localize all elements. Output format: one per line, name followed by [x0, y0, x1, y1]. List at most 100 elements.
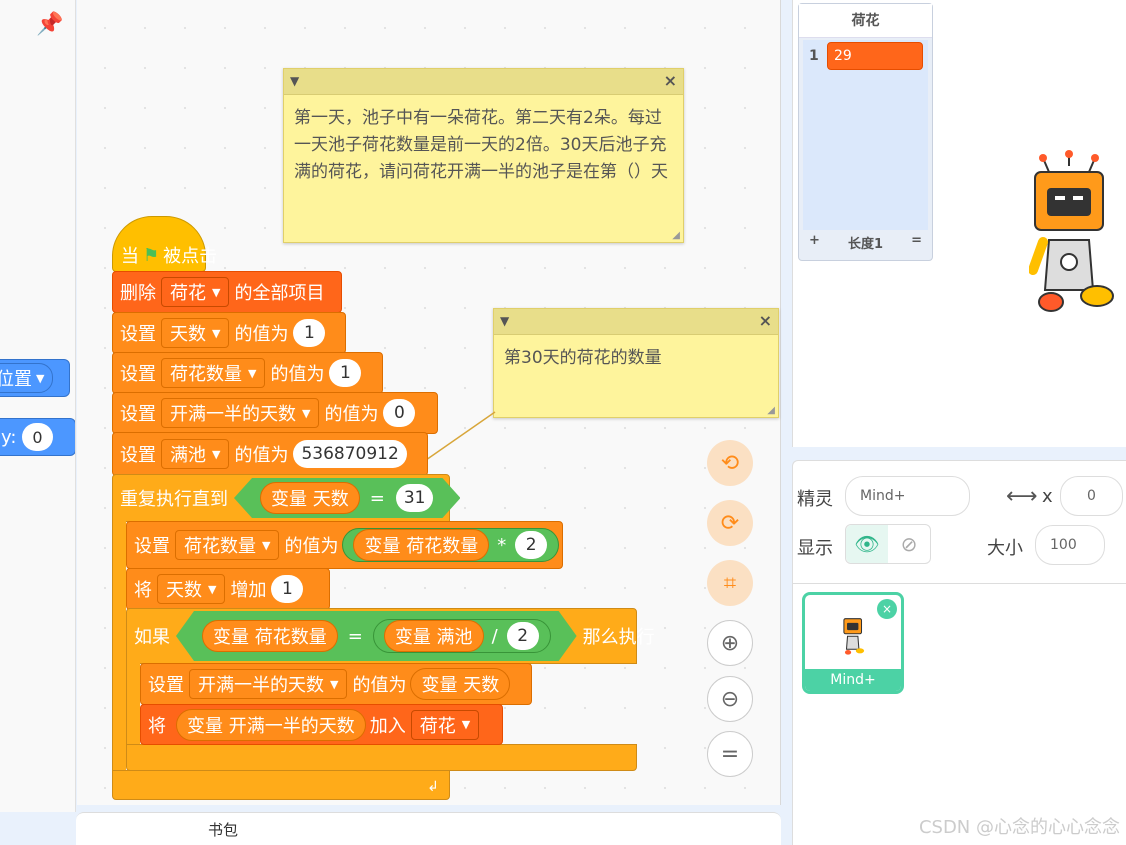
crop-button[interactable]: ⌗: [707, 560, 753, 606]
variable-dropdown[interactable]: 荷花数量 ▼: [175, 530, 280, 560]
set-variable-block[interactable]: 设置 开满一半的天数 ▼ 的值为 变量 天数: [140, 663, 532, 705]
comment-text[interactable]: 第30天的荷花的数量: [494, 335, 778, 382]
variable-reporter[interactable]: 变量 荷花数量: [202, 620, 338, 652]
collapse-icon[interactable]: ▼: [500, 314, 509, 328]
change-variable-block[interactable]: 将 天数 ▼ 增加 1: [126, 568, 330, 610]
variable-dropdown[interactable]: 天数 ▼: [157, 574, 226, 604]
equals-condition[interactable]: 变量 荷花数量 = 变量 满池 / 2: [176, 611, 577, 661]
block-label: 将: [134, 580, 152, 601]
repeat-until-block[interactable]: 重复执行直到 变量 天数 = 31: [112, 474, 450, 522]
resize-button[interactable]: =: [911, 233, 922, 252]
value-input[interactable]: 1: [329, 359, 362, 387]
resize-icon[interactable]: ◢: [672, 230, 680, 241]
variable-reporter[interactable]: 变量 荷花数量: [353, 529, 490, 561]
hide-eye-icon[interactable]: ⊘: [888, 525, 930, 563]
divide-operator[interactable]: 变量 满池 / 2: [373, 619, 551, 653]
variable-dropdown[interactable]: 开满一半的天数 ▼: [161, 398, 320, 428]
block-label: 的值为: [324, 404, 379, 425]
variable-reporter[interactable]: 变量 天数: [260, 482, 360, 514]
block-label: 的值为: [270, 364, 325, 385]
block-label: 如果: [134, 627, 170, 648]
block-palette: 📌 位置 ▼ y: 0: [0, 0, 76, 812]
value-input[interactable]: 1: [271, 575, 304, 603]
zoom-in-icon: ⊕: [720, 630, 740, 656]
delete-sprite-icon[interactable]: ×: [877, 599, 897, 619]
crop-icon: ⌗: [723, 570, 737, 596]
value-input[interactable]: 2: [507, 622, 539, 650]
value-input[interactable]: 1: [293, 319, 326, 347]
if-bottom[interactable]: [126, 744, 637, 771]
comment-header[interactable]: ▼ ×: [284, 69, 683, 95]
chevron-down-icon: ▼: [212, 326, 221, 340]
delete-all-block[interactable]: 删除 荷花 ▼ 的全部项目: [112, 271, 342, 313]
variable-dropdown[interactable]: 荷花数量 ▼: [161, 358, 266, 388]
operator-label: /: [491, 625, 498, 647]
multiply-operator[interactable]: 变量 荷花数量 * 2: [342, 528, 560, 562]
chevron-down-icon: ▼: [330, 677, 339, 691]
set-variable-block[interactable]: 设置 开满一半的天数 ▼ 的值为 0: [112, 392, 438, 434]
robot-sprite[interactable]: [1029, 150, 1119, 320]
dropdown-value: 荷花数量: [184, 536, 256, 557]
sprite-name-input[interactable]: Mind+: [845, 476, 970, 516]
value-input[interactable]: 2: [515, 531, 548, 559]
block-label: 增加: [230, 580, 267, 601]
variable-dropdown[interactable]: 天数 ▼: [161, 318, 230, 348]
palette-position-block[interactable]: 位置 ▼: [0, 359, 70, 397]
close-icon[interactable]: ×: [759, 311, 772, 330]
equals-condition[interactable]: 变量 天数 = 31: [234, 478, 460, 518]
if-then-block[interactable]: 如果 变量 荷花数量 = 变量 满池 / 2 那么执行: [126, 608, 655, 664]
list-dropdown[interactable]: 荷花 ▼: [410, 709, 480, 740]
undo-button[interactable]: ⟲: [707, 440, 753, 486]
x-label: x: [1042, 486, 1053, 507]
value-input[interactable]: 31: [396, 484, 434, 512]
close-icon[interactable]: ×: [664, 71, 677, 90]
set-variable-block[interactable]: 设置 天数 ▼ 的值为 1: [112, 312, 346, 354]
add-item-button[interactable]: +: [809, 233, 820, 252]
zoom-in-button[interactable]: ⊕: [707, 620, 753, 666]
comment-text[interactable]: 第一天，池子中有一朵荷花。第二天有2朵。每过一天池子荷花数量是前一天的2倍。30…: [284, 95, 683, 196]
resize-icon[interactable]: ◢: [767, 405, 775, 416]
zoom-out-icon: ⊖: [720, 686, 740, 712]
set-variable-block[interactable]: 设置 荷花数量 ▼ 的值为 变量 荷花数量 * 2: [126, 521, 563, 569]
backpack-bar[interactable]: 书包: [76, 812, 781, 845]
dropdown-value: 荷花: [170, 283, 206, 304]
list-dropdown[interactable]: 荷花 ▼: [161, 277, 230, 307]
x-input[interactable]: 0: [1060, 476, 1123, 516]
set-variable-block[interactable]: 设置 满池 ▼ 的值为 536870912: [112, 432, 428, 476]
add-to-list-block[interactable]: 将 变量 开满一半的天数 加入 荷花 ▼: [140, 704, 503, 745]
block-label: 的全部项目: [234, 283, 325, 304]
pin-icon[interactable]: 📌: [36, 12, 63, 37]
variable-dropdown[interactable]: 满池 ▼: [161, 439, 230, 469]
dropdown-value: 开满一半的天数: [170, 404, 296, 425]
comment-header[interactable]: ▼ ×: [494, 309, 778, 335]
horizontal-arrows-icon: ⟷: [1006, 484, 1038, 509]
comment-note[interactable]: ▼ × 第一天，池子中有一朵荷花。第二天有2朵。每过一天池子荷花数量是前一天的2…: [283, 68, 684, 243]
variable-dropdown[interactable]: 开满一半的天数 ▼: [189, 669, 348, 699]
size-input[interactable]: 100: [1035, 525, 1105, 565]
palette-y-input[interactable]: 0: [22, 423, 53, 451]
value-input[interactable]: 0: [383, 399, 416, 427]
show-eye-icon[interactable]: 👁: [846, 525, 888, 563]
zoom-out-button[interactable]: ⊖: [707, 676, 753, 722]
dropdown-value: 天数: [170, 324, 206, 345]
variable-reporter[interactable]: 变量 天数: [410, 668, 511, 700]
zoom-reset-button[interactable]: =: [707, 731, 753, 777]
visibility-toggle[interactable]: 👁 ⊘: [845, 524, 931, 564]
repeat-until-bottom[interactable]: ↲: [112, 770, 450, 800]
variable-reporter[interactable]: 变量 满池: [384, 620, 484, 652]
list-monitor[interactable]: 荷花 1 29 + 长度1 =: [798, 3, 933, 261]
list-length: 长度1: [847, 237, 884, 252]
hat-when-label: 当: [121, 246, 139, 267]
value-input[interactable]: 536870912: [293, 440, 407, 468]
redo-button[interactable]: ⟳: [707, 500, 753, 546]
palette-y-block[interactable]: y: 0: [0, 418, 75, 456]
comment-note-2[interactable]: ▼ × 第30天的荷花的数量 ◢: [493, 308, 779, 418]
set-variable-block[interactable]: 设置 荷花数量 ▼ 的值为 1: [112, 352, 383, 394]
list-item[interactable]: 29: [827, 42, 923, 70]
size-label: 大小: [987, 538, 1023, 559]
sprite-thumbnail[interactable]: × Mind+: [802, 592, 904, 694]
chevron-down-icon: ▼: [36, 371, 45, 385]
backpack-label: 书包: [208, 821, 239, 839]
collapse-icon[interactable]: ▼: [290, 74, 299, 88]
variable-reporter[interactable]: 变量 开满一半的天数: [176, 708, 366, 741]
